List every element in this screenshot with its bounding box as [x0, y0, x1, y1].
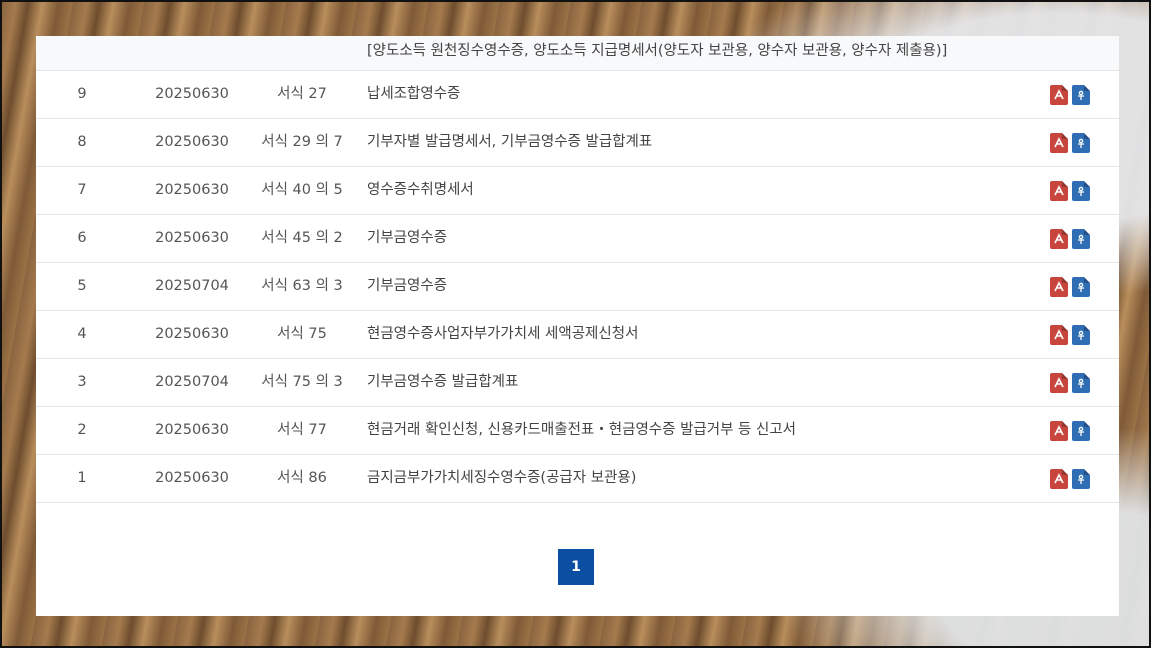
- row-form-name[interactable]: 기부금영수증: [367, 215, 447, 262]
- row-form-name[interactable]: 현금거래 확인신청, 신용카드매출전표・현금영수증 발급거부 등 신고서: [367, 407, 796, 454]
- hwp-file-icon[interactable]: [1072, 133, 1090, 153]
- table-row-partial: [양도소득 원천징수영수증, 양도소득 지급명세서(양도자 보관용, 양수자 보…: [36, 36, 1119, 71]
- download-icons: [1050, 325, 1094, 345]
- table-row: 8 20250630 서식 29 의 7 기부자별 발급명세서, 기부금영수증 …: [36, 119, 1119, 167]
- row-form-number: 서식 45 의 2: [261, 230, 343, 246]
- download-icons: [1050, 133, 1094, 153]
- table-row: 7 20250630 서식 40 의 5 영수증수취명세서: [36, 167, 1119, 215]
- row-form-name[interactable]: 금지금부가가치세징수영수증(공급자 보관용): [367, 455, 636, 502]
- row-date: 20250630: [155, 86, 229, 102]
- row-form-number: 서식 75: [277, 326, 327, 342]
- download-icons: [1050, 85, 1094, 105]
- table-row: 3 20250704 서식 75 의 3 기부금영수증 발급합계표: [36, 359, 1119, 407]
- row-date: 20250630: [155, 182, 229, 198]
- hwp-file-icon[interactable]: [1072, 373, 1090, 393]
- hwp-file-icon[interactable]: [1072, 181, 1090, 201]
- row-form-name[interactable]: 영수증수취명세서: [367, 167, 474, 214]
- hwp-file-icon[interactable]: [1072, 469, 1090, 489]
- pdf-file-icon[interactable]: [1050, 133, 1068, 153]
- download-icons: [1050, 373, 1094, 393]
- row-form-name[interactable]: 기부자별 발급명세서, 기부금영수증 발급합계표: [367, 119, 652, 166]
- row-number: 8: [77, 134, 87, 150]
- row-form-number: 서식 77: [277, 422, 327, 438]
- form-name[interactable]: [양도소득 원천징수영수증, 양도소득 지급명세서(양도자 보관용, 양수자 보…: [367, 39, 947, 60]
- pdf-file-icon[interactable]: [1050, 277, 1068, 297]
- hwp-file-icon[interactable]: [1072, 277, 1090, 297]
- row-form-name[interactable]: 현금영수증사업자부가가치세 세액공제신청서: [367, 311, 638, 358]
- pdf-file-icon[interactable]: [1050, 85, 1068, 105]
- row-number: 9: [77, 86, 87, 102]
- row-form-number: 서식 27: [277, 86, 327, 102]
- row-form-number: 서식 29 의 7: [261, 134, 343, 150]
- pdf-file-icon[interactable]: [1050, 181, 1068, 201]
- download-icons: [1050, 181, 1094, 201]
- table-row: 4 20250630 서식 75 현금영수증사업자부가가치세 세액공제신청서: [36, 311, 1119, 359]
- table-row: 5 20250704 서식 63 의 3 기부금영수증: [36, 263, 1119, 311]
- hwp-file-icon[interactable]: [1072, 85, 1090, 105]
- row-number: 7: [77, 182, 87, 198]
- form-table: 9 20250630 서식 27 납세조합영수증 8 20250630 서식 2…: [36, 71, 1119, 503]
- row-number: 6: [77, 230, 87, 246]
- table-row: 6 20250630 서식 45 의 2 기부금영수증: [36, 215, 1119, 263]
- hwp-file-icon[interactable]: [1072, 421, 1090, 441]
- row-date: 20250630: [155, 470, 229, 486]
- row-date: 20250630: [155, 134, 229, 150]
- row-date: 20250630: [155, 230, 229, 246]
- row-form-number: 서식 40 의 5: [261, 182, 343, 198]
- background-frame: [양도소득 원천징수영수증, 양도소득 지급명세서(양도자 보관용, 양수자 보…: [0, 0, 1151, 648]
- row-form-name[interactable]: 납세조합영수증: [367, 71, 460, 118]
- hwp-file-icon[interactable]: [1072, 229, 1090, 249]
- download-icons: [1050, 469, 1094, 489]
- table-row: 1 20250630 서식 86 금지금부가가치세징수영수증(공급자 보관용): [36, 455, 1119, 503]
- pagination-page-1[interactable]: 1: [558, 549, 594, 585]
- pdf-file-icon[interactable]: [1050, 229, 1068, 249]
- row-date: 20250704: [155, 278, 229, 294]
- pdf-file-icon[interactable]: [1050, 325, 1068, 345]
- download-icons: [1050, 421, 1094, 441]
- row-form-name[interactable]: 기부금영수증: [367, 263, 447, 310]
- pdf-file-icon[interactable]: [1050, 373, 1068, 393]
- row-date: 20250630: [155, 422, 229, 438]
- row-number: 4: [77, 326, 87, 342]
- row-form-name[interactable]: 기부금영수증 발급합계표: [367, 359, 518, 406]
- table-row: 2 20250630 서식 77 현금거래 확인신청, 신용카드매출전표・현금영…: [36, 407, 1119, 455]
- row-form-number: 서식 63 의 3: [261, 278, 343, 294]
- pdf-file-icon[interactable]: [1050, 421, 1068, 441]
- row-form-number: 서식 75 의 3: [261, 374, 343, 390]
- row-date: 20250630: [155, 326, 229, 342]
- hwp-file-icon[interactable]: [1072, 325, 1090, 345]
- row-number: 5: [77, 278, 87, 294]
- download-icons: [1050, 277, 1094, 297]
- row-number: 1: [77, 470, 87, 486]
- table-row: 9 20250630 서식 27 납세조합영수증: [36, 71, 1119, 119]
- row-date: 20250704: [155, 374, 229, 390]
- row-number: 2: [77, 422, 87, 438]
- form-list-panel: [양도소득 원천징수영수증, 양도소득 지급명세서(양도자 보관용, 양수자 보…: [36, 36, 1119, 616]
- row-number: 3: [77, 374, 87, 390]
- pdf-file-icon[interactable]: [1050, 469, 1068, 489]
- row-form-number: 서식 86: [277, 470, 327, 486]
- download-icons: [1050, 229, 1094, 249]
